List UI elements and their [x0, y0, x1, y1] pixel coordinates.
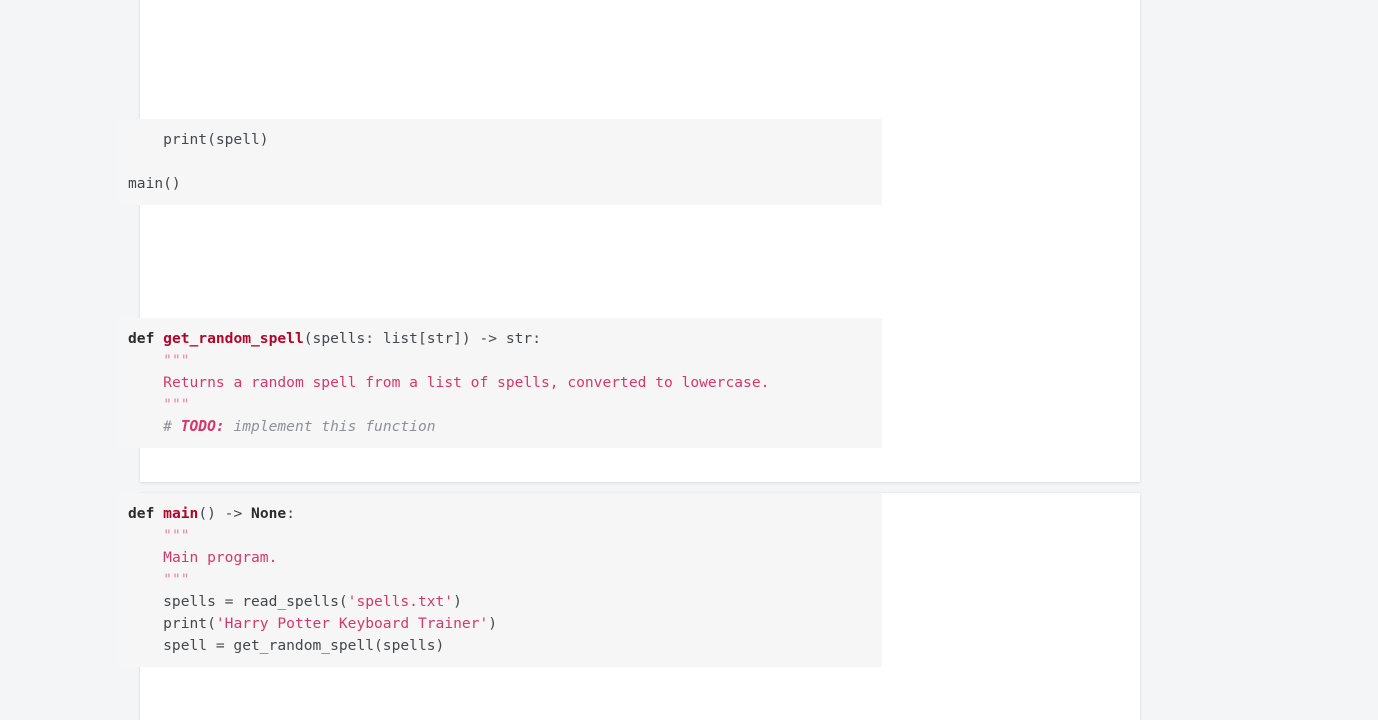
code-line: def main() -> None: [119, 503, 882, 525]
code-token-builtin: None [251, 505, 287, 522]
code-token-plain: spells = read_spells( [128, 593, 348, 610]
code-block-get-random-spell[interactable]: def get_random_spell(spells: list[str]) … [119, 318, 882, 448]
code-token-plain: () -> [198, 505, 252, 522]
code-token-quote: """ [163, 527, 190, 544]
code-token-fname: get_random_spell [163, 330, 304, 347]
code-token-todo: TODO: [180, 418, 225, 435]
code-token-plain: print( [128, 615, 216, 632]
code-token-quote: """ [163, 352, 190, 369]
code-line: """ [119, 350, 882, 372]
code-line: """ [119, 525, 882, 547]
code-token-kw: def [128, 505, 164, 522]
code-line: print('Harry Potter Keyboard Trainer') [119, 613, 882, 635]
code-token-plain: spell = get_random_spell(spells) [128, 637, 445, 654]
code-token-plain: : [286, 505, 295, 522]
code-block-main[interactable]: def main() -> None: """ Main program. ""… [119, 493, 882, 667]
code-token-plain: print(spell) [128, 131, 269, 148]
code-token-plain: ) [488, 615, 498, 632]
code-token-doc: Main program. [163, 549, 278, 566]
code-token-comment: # [163, 418, 181, 435]
code-line: """ [119, 394, 882, 416]
code-token-comment: implement this function [224, 418, 436, 435]
code-line: print(spell) [119, 129, 882, 151]
code-block-main-call[interactable]: print(spell) main() [119, 119, 882, 205]
code-token-str: 'spells.txt' [347, 593, 454, 610]
document-viewport: def get_random_spell(spells: list[str]) … [0, 0, 1378, 720]
code-token-quote: """ [163, 396, 190, 413]
code-token-quote: """ [163, 571, 190, 588]
code-line: Returns a random spell from a list of sp… [119, 372, 882, 394]
code-token-fname: main [163, 505, 199, 522]
code-token-plain: ) [453, 593, 462, 610]
code-line: def get_random_spell(spells: list[str]) … [119, 328, 882, 350]
code-line: # TODO: implement this function [119, 416, 882, 438]
code-line: Main program. [119, 547, 882, 569]
code-line: spells = read_spells('spells.txt') [119, 591, 882, 613]
code-token-str: 'Harry Potter Keyboard Trainer' [215, 615, 489, 632]
code-line: spell = get_random_spell(spells) [119, 635, 882, 657]
code-line: main() [119, 173, 882, 195]
code-token-plain: main() [128, 175, 181, 192]
code-token-kw: def [128, 330, 164, 347]
code-token-doc: Returns a random spell from a list of sp… [163, 374, 770, 391]
code-token-plain: (spells: list[str]) -> str: [303, 330, 541, 347]
code-line: """ [119, 569, 882, 591]
